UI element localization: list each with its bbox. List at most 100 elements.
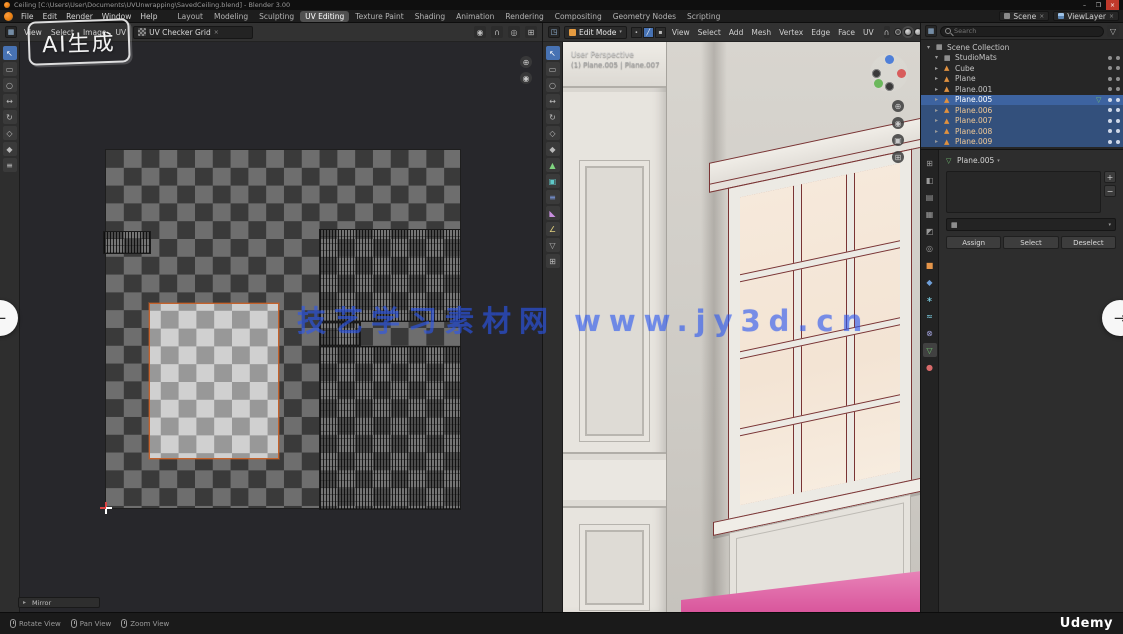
- particle-properties-tab[interactable]: ∗: [923, 292, 937, 306]
- outliner-row-active[interactable]: ▸ ▲ Plane.005 ▽: [921, 95, 1123, 106]
- scene-properties-tab[interactable]: ◩: [923, 224, 937, 238]
- unlink-view-layer-icon[interactable]: ×: [1109, 13, 1114, 20]
- vp-scale-tool[interactable]: ◇: [546, 126, 560, 140]
- snap-icon[interactable]: ∩: [491, 26, 503, 38]
- vp-loopcut-tool[interactable]: ◣: [546, 206, 560, 220]
- hide-icon[interactable]: [1108, 77, 1112, 81]
- vp-rotate-tool[interactable]: ↻: [546, 110, 560, 124]
- vp-tweak-tool[interactable]: ↖: [546, 46, 560, 60]
- vp-menu-mesh[interactable]: Mesh: [749, 28, 773, 37]
- disclosure-icon[interactable]: ▸: [935, 96, 941, 103]
- vp-bevel-tool[interactable]: ≡: [546, 190, 560, 204]
- minimize-button[interactable]: –: [1078, 0, 1091, 10]
- tab-animation[interactable]: Animation: [451, 11, 499, 22]
- render-visibility-icon[interactable]: [1116, 129, 1120, 133]
- render-visibility-icon[interactable]: [1116, 119, 1120, 123]
- unlink-image-icon[interactable]: ×: [214, 29, 219, 36]
- mode-selector[interactable]: Edit Mode ▾: [564, 26, 627, 39]
- outliner-editor-type-icon[interactable]: ▦: [925, 25, 937, 37]
- hide-icon[interactable]: [1108, 140, 1112, 144]
- operator-redo-panel[interactable]: ▸ Mirror: [18, 597, 100, 608]
- select-button[interactable]: Select: [1003, 236, 1058, 249]
- wireframe-shading-icon[interactable]: [894, 28, 902, 36]
- tab-scripting[interactable]: Scripting: [682, 11, 725, 22]
- image-datablock-selector[interactable]: UV Checker Grid ×: [133, 26, 253, 39]
- add-vertex-group-button[interactable]: +: [1104, 171, 1116, 183]
- scene-selector[interactable]: Scene ×: [999, 11, 1049, 21]
- hide-icon[interactable]: [1108, 87, 1112, 91]
- output-properties-tab[interactable]: ▤: [923, 190, 937, 204]
- unlink-scene-icon[interactable]: ×: [1039, 13, 1044, 20]
- render-visibility-icon[interactable]: [1116, 77, 1120, 81]
- viewport-editor-type-icon[interactable]: ◳: [548, 26, 560, 38]
- disclosure-icon[interactable]: ▸: [935, 107, 941, 114]
- material-preview-icon[interactable]: [914, 28, 921, 36]
- physics-properties-tab[interactable]: ≈: [923, 309, 937, 323]
- vp-move-tool[interactable]: ↔: [546, 94, 560, 108]
- menu-help[interactable]: Help: [136, 11, 161, 22]
- disclosure-icon[interactable]: ▾: [927, 44, 933, 51]
- navigation-gizmo[interactable]: [870, 54, 908, 92]
- vp-menu-edge[interactable]: Edge: [809, 28, 832, 37]
- hide-icon[interactable]: [1108, 119, 1112, 123]
- render-visibility-icon[interactable]: [1116, 108, 1120, 112]
- face-select-icon[interactable]: ▪: [655, 27, 666, 38]
- vp-menu-vertex[interactable]: Vertex: [777, 28, 805, 37]
- disclosure-icon[interactable]: ▸: [935, 75, 941, 82]
- maximize-button[interactable]: ❐: [1092, 0, 1105, 10]
- hide-icon[interactable]: [1108, 98, 1112, 102]
- outliner-row[interactable]: ▸ ▲ Plane.001: [921, 84, 1123, 95]
- outliner-search[interactable]: [940, 26, 1104, 37]
- selected-uv-island[interactable]: [149, 303, 279, 459]
- disclosure-icon[interactable]: ▸: [935, 128, 941, 135]
- blender-menu-icon[interactable]: [4, 12, 13, 21]
- tab-sculpting[interactable]: Sculpting: [254, 11, 299, 22]
- snap-icon[interactable]: ∩: [884, 26, 890, 38]
- vp-cursor-tool[interactable]: ○: [546, 78, 560, 92]
- outliner-row[interactable]: ▸ ▲ Cube: [921, 63, 1123, 74]
- hide-icon[interactable]: [1108, 129, 1112, 133]
- render-visibility-icon[interactable]: [1116, 66, 1120, 70]
- vp-menu-add[interactable]: Add: [727, 28, 746, 37]
- outliner-row-scene-collection[interactable]: ▾ ▦ Scene Collection: [921, 42, 1123, 53]
- uv-annotate-tool[interactable]: ≡: [3, 158, 17, 172]
- tab-texture-paint[interactable]: Texture Paint: [350, 11, 408, 22]
- vp-transform-tool[interactable]: ◆: [546, 142, 560, 156]
- object-data-properties-tab[interactable]: ▽: [923, 343, 937, 357]
- vp-zoom-icon[interactable]: ⊕: [892, 100, 904, 112]
- uv-pan-icon[interactable]: ◉: [520, 72, 532, 84]
- outliner-row-selected[interactable]: ▸ ▲ Plane.006: [921, 105, 1123, 116]
- outliner-row-selected[interactable]: ▸ ▲ Plane.008: [921, 126, 1123, 137]
- render-visibility-icon[interactable]: [1116, 98, 1120, 102]
- disclosure-icon[interactable]: ▸: [935, 117, 941, 124]
- close-button[interactable]: ×: [1106, 0, 1119, 10]
- menu-file[interactable]: File: [17, 11, 38, 22]
- outliner-row[interactable]: ▸ ▲ Plane: [921, 74, 1123, 85]
- tab-layout[interactable]: Layout: [172, 11, 208, 22]
- disclosure-icon[interactable]: ▸: [935, 65, 941, 72]
- uv-rotate-tool[interactable]: ↻: [3, 110, 17, 124]
- uv-2d-cursor[interactable]: [100, 502, 112, 514]
- vp-polybuild-tool[interactable]: ▽: [546, 238, 560, 252]
- render-visibility-icon[interactable]: [1116, 56, 1120, 60]
- tab-shading[interactable]: Shading: [410, 11, 450, 22]
- hide-icon[interactable]: [1108, 108, 1112, 112]
- render-visibility-icon[interactable]: [1116, 140, 1120, 144]
- outliner-row-selected[interactable]: ▸ ▲ Plane.009: [921, 137, 1123, 148]
- tool-properties-tab[interactable]: ⊞: [923, 156, 937, 170]
- uv-editor-type-icon[interactable]: ▦: [5, 26, 17, 38]
- outliner-row-selected[interactable]: ▸ ▲ Plane.007: [921, 116, 1123, 127]
- overlays-icon[interactable]: ⊞: [525, 26, 537, 38]
- pivot-point-icon[interactable]: ◉: [474, 26, 486, 38]
- vp-pan-icon[interactable]: ◉: [892, 117, 904, 129]
- render-properties-tab[interactable]: ◧: [923, 173, 937, 187]
- active-group-field[interactable]: ▦ ▾: [946, 218, 1116, 231]
- object-properties-tab[interactable]: ■: [923, 258, 937, 272]
- remove-vertex-group-button[interactable]: −: [1104, 185, 1116, 197]
- uv-scale-tool[interactable]: ◇: [3, 126, 17, 140]
- disclosure-icon[interactable]: ▸: [935, 86, 941, 93]
- vp-select-box-tool[interactable]: ▭: [546, 62, 560, 76]
- deselect-button[interactable]: Deselect: [1061, 236, 1116, 249]
- vp-camera-view-icon[interactable]: ▣: [892, 134, 904, 146]
- disclosure-icon[interactable]: ▸: [935, 138, 941, 145]
